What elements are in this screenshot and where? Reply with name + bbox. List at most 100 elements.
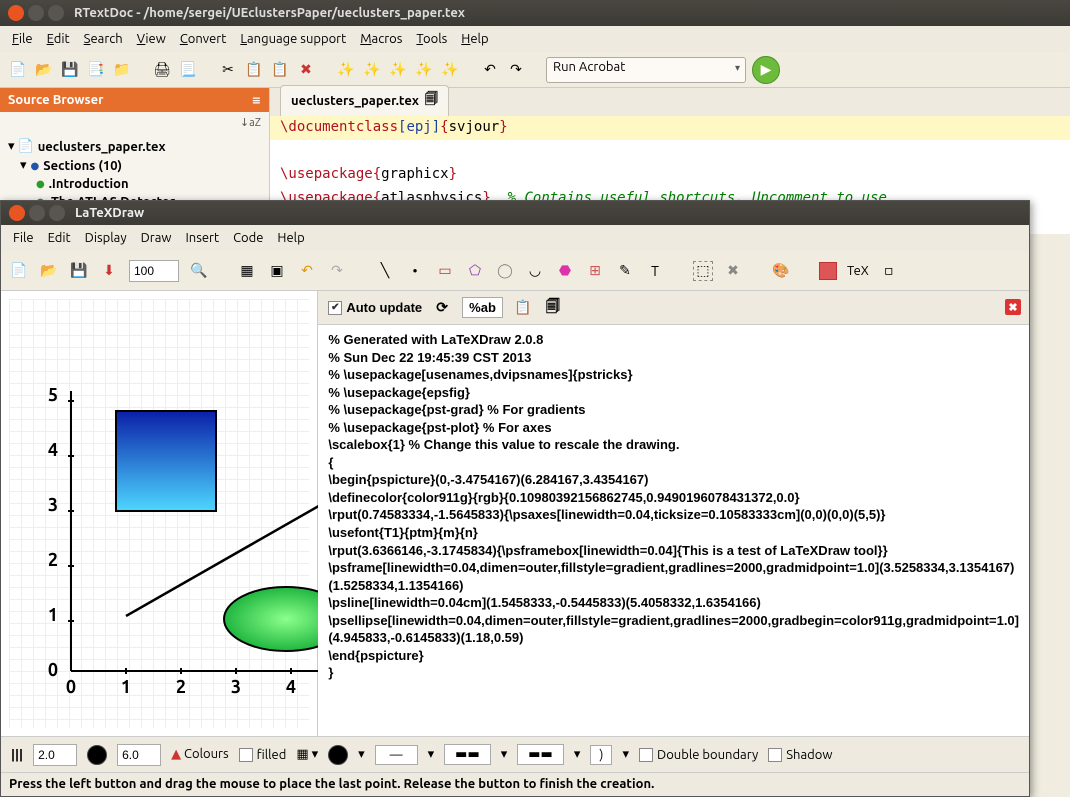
folder-icon[interactable]: 📁 — [112, 60, 132, 80]
paste-icon[interactable]: 📋 — [270, 60, 290, 80]
delete-icon[interactable]: ✖ — [296, 60, 316, 80]
snap-icon[interactable]: ▣ — [267, 261, 287, 281]
new-icon[interactable]: 📄 — [8, 60, 28, 80]
point-tool-icon[interactable]: • — [405, 261, 425, 281]
page-icon[interactable]: 🗐 — [543, 298, 563, 318]
text-tool-icon[interactable]: T — [645, 261, 665, 281]
editor-tab[interactable]: ueclusters_paper.tex 🗐 — [280, 85, 449, 116]
copy-icon[interactable]: 📑 — [86, 60, 106, 80]
copy2-icon[interactable]: 📋 — [244, 60, 264, 80]
colours-button[interactable]: ▲ Colours — [171, 747, 229, 762]
color-tool-icon[interactable]: 🎨 — [771, 261, 791, 281]
redo-icon[interactable]: ↷ — [506, 60, 526, 80]
wand5-icon[interactable]: ✨ — [440, 60, 460, 80]
menu-edit[interactable]: Edit — [42, 229, 77, 247]
maximize-icon[interactable] — [49, 205, 65, 221]
menu-display[interactable]: Display — [79, 229, 133, 247]
menu-view[interactable]: View — [131, 30, 172, 48]
wand3-icon[interactable]: ✨ — [388, 60, 408, 80]
zoom-input[interactable] — [129, 260, 179, 282]
undo-icon[interactable]: ↶ — [480, 60, 500, 80]
close-icon[interactable] — [8, 5, 24, 21]
save-icon[interactable]: 💾 — [60, 60, 80, 80]
redo-icon[interactable]: ↷ — [327, 261, 347, 281]
rect-tool-icon[interactable]: ▭ — [435, 261, 455, 281]
hatch-icon[interactable]: ||| — [11, 748, 23, 762]
undo-icon[interactable]: ↶ — [297, 261, 317, 281]
double-boundary-checkbox[interactable]: Double boundary — [639, 748, 758, 762]
pdf-icon[interactable]: ⬇ — [99, 261, 119, 281]
select-tool-icon[interactable]: ⬚ — [693, 261, 713, 281]
color-swatch[interactable] — [87, 745, 107, 765]
cut-icon[interactable]: ✂ — [218, 60, 238, 80]
maximize-icon[interactable] — [48, 5, 64, 21]
latexdraw-titlebar[interactable]: LaTeXDraw — [1, 201, 1029, 225]
save-icon[interactable]: 💾 — [69, 261, 89, 281]
grid-icon[interactable]: ▦ — [237, 261, 257, 281]
panel-menu-icon[interactable]: ≡ — [252, 94, 261, 107]
ab-button[interactable]: %ab — [462, 297, 503, 318]
fill-color-swatch[interactable] — [328, 745, 348, 765]
run-button[interactable]: ▶ — [752, 56, 780, 84]
menu-convert[interactable]: Convert — [174, 30, 233, 48]
drawing-canvas[interactable]: 012345 012345 — [1, 291, 318, 736]
auto-update-checkbox[interactable]: ✔ Auto update — [328, 300, 422, 315]
star-tool-icon[interactable]: ⬣ — [555, 261, 575, 281]
arc-tool-icon[interactable]: ◡ — [525, 261, 545, 281]
menu-edit[interactable]: Edit — [41, 30, 76, 48]
code-line[interactable] — [270, 140, 1070, 164]
menu-tools[interactable]: Tools — [410, 30, 453, 48]
menu-file[interactable]: File — [7, 229, 40, 247]
cap-style-combo[interactable]: ▬▬ — [517, 744, 564, 765]
new-icon[interactable]: 📄 — [9, 261, 29, 281]
copy-code-icon[interactable]: 📋 — [513, 298, 533, 318]
pencil-tool-icon[interactable]: ✎ — [615, 261, 635, 281]
sort-button[interactable]: ↓aZ — [0, 112, 269, 133]
size-input[interactable] — [117, 744, 161, 766]
dash-style-combo[interactable]: ▬▬ — [444, 744, 491, 765]
minimize-icon[interactable] — [29, 205, 45, 221]
tex-icon[interactable] — [819, 262, 837, 280]
wand2-icon[interactable]: ✨ — [362, 60, 382, 80]
code-line[interactable]: \usepackage{graphicx} — [270, 163, 1070, 187]
code-line[interactable]: \documentclass[epj]{svjour} — [270, 116, 1070, 140]
menu-file[interactable]: File — [6, 30, 39, 48]
shadow-checkbox[interactable]: Shadow — [768, 748, 832, 762]
code-output[interactable]: % Generated with LaTeXDraw 2.0.8% Sun De… — [318, 325, 1029, 688]
tree-root[interactable]: ▾ 📄 ueclusters_paper.tex — [8, 137, 261, 156]
rtextdoc-titlebar[interactable]: RTextDoc - /home/sergei/UEclustersPaper/… — [0, 0, 1070, 26]
hatch-pattern-icon[interactable]: ▦ ▾ — [296, 747, 318, 762]
zoom-icon[interactable]: 🔍 — [189, 261, 209, 281]
menu-search[interactable]: Search — [78, 30, 129, 48]
axes-tool-icon[interactable]: ⊞ — [585, 261, 605, 281]
menu-insert[interactable]: Insert — [179, 229, 225, 247]
menu-help[interactable]: Help — [271, 229, 310, 247]
minimize-icon[interactable] — [28, 5, 44, 21]
menu-code[interactable]: Code — [227, 229, 269, 247]
tree-item[interactable]: ● .Introduction — [8, 175, 261, 193]
tree-sections[interactable]: ▾ ● Sections (10) — [8, 156, 261, 175]
menu-macros[interactable]: Macros — [354, 30, 408, 48]
menu-language[interactable]: Language support — [234, 30, 352, 48]
close-panel-icon[interactable]: ✖ — [1005, 299, 1021, 315]
run-combo[interactable]: Run Acrobat — [546, 57, 746, 83]
polygon-tool-icon[interactable]: ⬠ — [465, 261, 485, 281]
open-icon[interactable]: 📂 — [39, 261, 59, 281]
menu-help[interactable]: Help — [455, 30, 494, 48]
line-style-combo[interactable]: — — [375, 745, 418, 765]
close-icon[interactable] — [9, 205, 25, 221]
menu-draw[interactable]: Draw — [135, 229, 178, 247]
wand1-icon[interactable]: ✨ — [336, 60, 356, 80]
filled-checkbox[interactable]: filled — [239, 748, 287, 762]
doc-icon[interactable]: 📃 — [178, 60, 198, 80]
wand4-icon[interactable]: ✨ — [414, 60, 434, 80]
delete-tool-icon[interactable]: ✖ — [723, 261, 743, 281]
refresh-icon[interactable]: ⟳ — [432, 298, 452, 318]
join-style-combo[interactable]: ) — [590, 745, 612, 765]
open-icon[interactable]: 📂 — [34, 60, 54, 80]
linewidth-input[interactable] — [33, 744, 77, 766]
print-icon[interactable]: 🖨 — [152, 60, 172, 80]
ellipse-tool-icon[interactable]: ◯ — [495, 261, 515, 281]
line-tool-icon[interactable]: ╲ — [375, 261, 395, 281]
export-icon[interactable]: ▫ — [879, 261, 899, 281]
